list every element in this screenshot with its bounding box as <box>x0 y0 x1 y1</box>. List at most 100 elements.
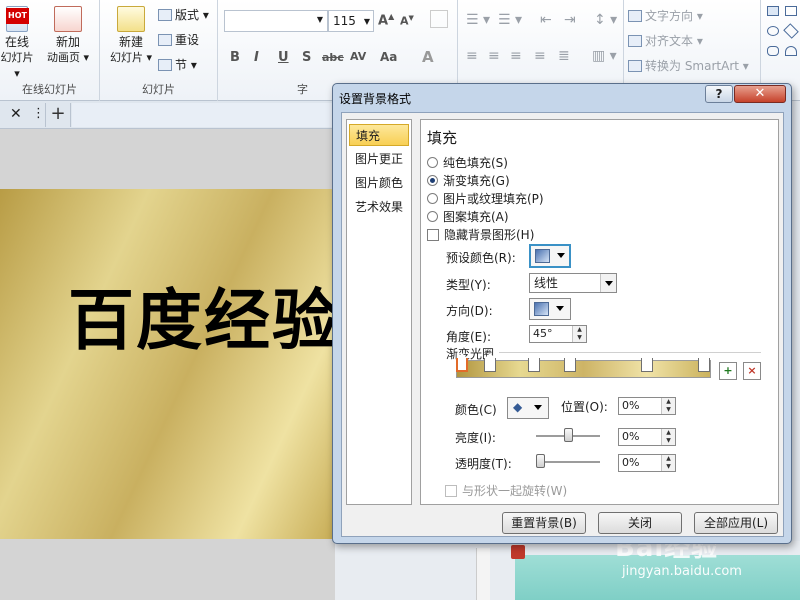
align-text-label: 对齐文本 ▾ <box>645 34 703 48</box>
radio-picture-fill[interactable]: 图片或纹理填充(P) <box>427 190 544 207</box>
reset-button[interactable]: 重设 <box>158 31 199 48</box>
gradient-stop-1[interactable] <box>455 353 469 377</box>
columns-icon[interactable]: ▥ ▾ <box>592 48 617 64</box>
cloud-shape-icon[interactable] <box>785 46 797 56</box>
section-button[interactable]: 节 ▾ <box>158 56 197 73</box>
brightness-slider-thumb[interactable] <box>563 428 573 442</box>
new-anim-label: 新加 <box>55 35 80 49</box>
checkbox-box <box>427 229 439 241</box>
align-left-icon[interactable]: ≡ <box>466 48 478 64</box>
rect-shape-icon[interactable] <box>785 6 797 16</box>
diamond-shape-icon[interactable] <box>783 23 799 39</box>
new-anim-sublabel: 动画页 ▾ <box>46 51 90 64</box>
more-options-icon[interactable]: ⋮ <box>32 106 45 121</box>
transparency-slider[interactable] <box>536 461 600 463</box>
textbox-shape-icon[interactable] <box>767 6 779 16</box>
transparency-slider-thumb[interactable] <box>536 454 545 468</box>
add-stop-button[interactable]: + <box>719 362 737 380</box>
type-select[interactable]: 线性 <box>529 273 617 293</box>
underline-button[interactable]: U <box>278 50 289 65</box>
rotate-with-shape-checkbox[interactable]: 与形状一起旋转(W) <box>445 482 567 499</box>
close-tab-icon[interactable]: ✕ <box>10 106 22 122</box>
direction-button[interactable] <box>529 298 571 320</box>
radio-pattern-fill[interactable]: 图案填充(A) <box>427 208 509 225</box>
nav-item-picture-color[interactable]: 图片颜色 <box>349 172 409 194</box>
new-slide-button[interactable]: 新建 幻灯片 ▾ <box>104 6 158 66</box>
help-button[interactable]: ? <box>705 85 733 103</box>
change-case-button[interactable]: Aa <box>380 50 397 64</box>
char-spacing-button[interactable]: AV <box>350 50 366 63</box>
nav-item-artistic-effects[interactable]: 艺术效果 <box>349 196 409 218</box>
gradient-stop-6[interactable] <box>697 353 711 377</box>
gradient-stop-3[interactable] <box>527 353 541 377</box>
reset-icon <box>158 34 172 46</box>
reset-background-button[interactable]: 重置背景(B) <box>502 512 586 534</box>
font-size-select[interactable]: 115 ▼ <box>328 10 374 32</box>
smartart-button[interactable]: 转换为 SmartArt ▾ <box>628 57 749 74</box>
nav-item-fill[interactable]: 填充 <box>349 124 409 146</box>
gradient-stop-5[interactable] <box>640 353 654 377</box>
slide-title[interactable]: 百度经验 <box>68 267 340 363</box>
stop-body <box>641 358 653 372</box>
anim-page-icon <box>54 6 82 32</box>
align-text-icon <box>628 35 642 47</box>
close-button[interactable]: 关闭 <box>598 512 682 534</box>
bullets-icon[interactable]: ☰ ▾ <box>466 12 490 28</box>
gradient-stop-4[interactable] <box>563 353 577 377</box>
layout-button[interactable]: 版式 ▾ <box>158 6 209 23</box>
shadow-button[interactable]: S <box>302 50 311 65</box>
online-slide-button[interactable]: HOT 在线 幻灯片 ▾ <box>0 6 34 82</box>
apply-all-button[interactable]: 全部应用(L) <box>694 512 778 534</box>
remove-stop-button[interactable]: × <box>743 362 761 380</box>
align-right-icon[interactable]: ≡ <box>510 48 522 64</box>
position-label: 位置(O): <box>561 400 608 414</box>
radio-gradient-fill[interactable]: 渐变填充(G) <box>427 172 510 189</box>
dialog-close-button[interactable]: ✕ <box>734 85 786 103</box>
spinner-arrows-icon[interactable]: ▲ ▼ <box>572 326 586 342</box>
gradient-stop-2[interactable] <box>483 353 497 377</box>
numbering-icon[interactable]: ☰ ▾ <box>498 12 522 28</box>
slide-canvas[interactable]: 百度经验 <box>0 189 338 539</box>
align-text-button[interactable]: 对齐文本 ▾ <box>628 32 703 49</box>
spinner-arrows-icon[interactable]: ▲ ▼ <box>661 398 675 414</box>
distributed-icon[interactable]: ≣ <box>558 48 570 64</box>
spinner-arrows-icon[interactable]: ▲ ▼ <box>661 455 675 471</box>
brightness-spinner[interactable]: 0% ▲ ▼ <box>618 428 676 446</box>
new-slide-icon <box>117 6 145 32</box>
radio-label: 纯色填充(S) <box>443 156 508 170</box>
font-color-button[interactable]: A <box>422 48 434 66</box>
hide-bg-graphics-checkbox[interactable]: 隐藏背景图形(H) <box>427 226 534 243</box>
align-center-icon[interactable]: ≡ <box>488 48 500 64</box>
italic-button[interactable]: I <box>254 50 259 65</box>
preset-color-button[interactable] <box>529 244 571 268</box>
watermark-url: jingyan.baidu.com <box>622 564 742 579</box>
vertical-scrollbar[interactable] <box>476 548 490 600</box>
line-spacing-icon[interactable]: ↕ ▾ <box>594 12 617 28</box>
color-picker-button[interactable]: ◆ <box>507 397 549 419</box>
angle-spinner[interactable]: 45° ▲ ▼ <box>529 325 587 343</box>
rounded-shape-icon[interactable] <box>767 46 779 56</box>
shrink-font-icon[interactable]: A▼ <box>400 14 414 28</box>
new-anim-page-button[interactable]: 新加 动画页 ▾ <box>40 6 96 66</box>
layout-icon <box>158 9 172 21</box>
radio-solid-fill[interactable]: 纯色填充(S) <box>427 154 508 171</box>
transparency-spinner[interactable]: 0% ▲ ▼ <box>618 454 676 472</box>
oval-shape-icon[interactable] <box>767 26 779 36</box>
grow-font-icon[interactable]: A▲ <box>378 12 394 28</box>
text-direction-button[interactable]: 文字方向 ▾ <box>628 7 703 24</box>
decrease-indent-icon[interactable]: ⇤ <box>540 12 552 28</box>
angle-value: 45° <box>533 327 553 340</box>
layout-label: 版式 ▾ <box>175 8 209 22</box>
spinner-arrows-icon[interactable]: ▲ ▼ <box>661 429 675 445</box>
increase-indent-icon[interactable]: ⇥ <box>564 12 576 28</box>
smartart-icon <box>628 60 642 72</box>
section-icon <box>158 59 172 71</box>
strikethrough-button[interactable]: abc <box>322 51 344 64</box>
font-family-select[interactable]: ▼ <box>224 10 328 32</box>
clear-format-icon[interactable] <box>430 10 448 28</box>
position-spinner[interactable]: 0% ▲ ▼ <box>618 397 676 415</box>
nav-item-picture-corrections[interactable]: 图片更正 <box>349 148 409 170</box>
justify-icon[interactable]: ≡ <box>534 48 546 64</box>
bold-button[interactable]: B <box>230 50 240 65</box>
new-tab-button[interactable]: + <box>45 103 71 127</box>
